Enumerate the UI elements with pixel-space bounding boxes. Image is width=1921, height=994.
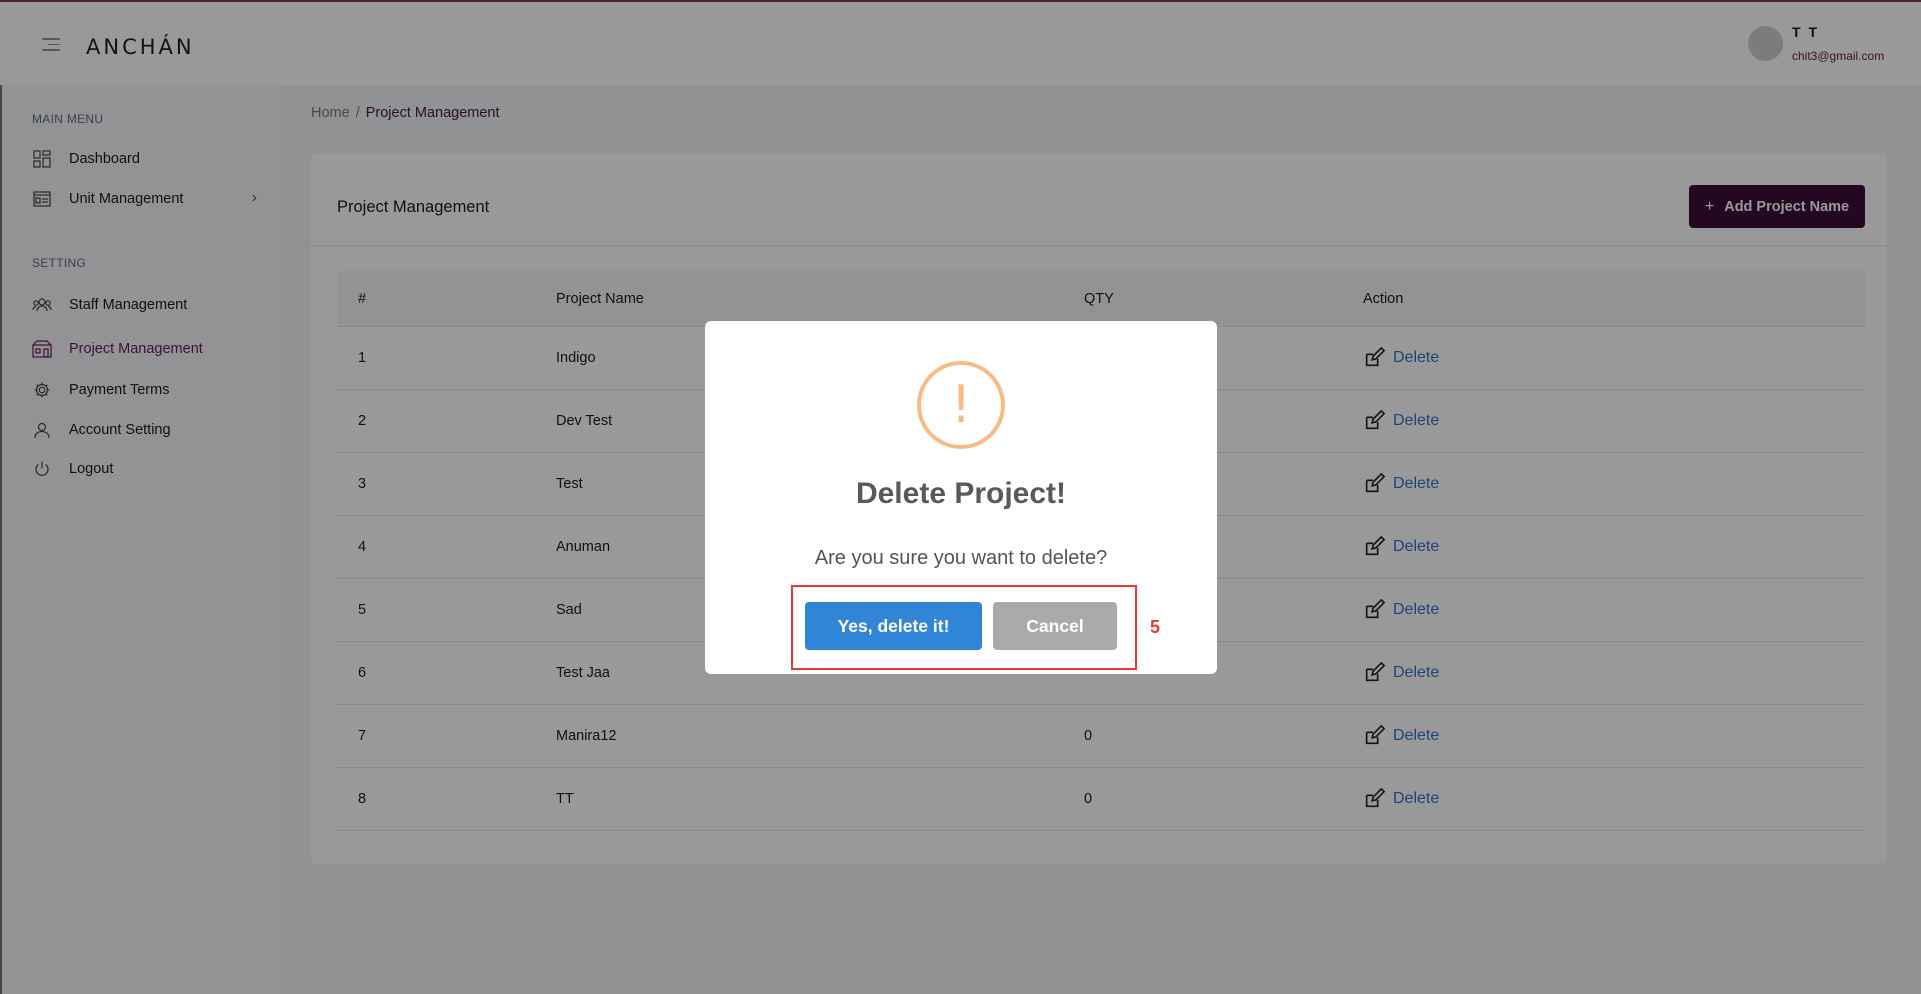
annotation-box [791,585,1137,670]
annotation-label: 5 [1150,617,1161,637]
dialog-message: Are you sure you want to delete? [814,547,1108,569]
warning-icon: ! [917,361,1005,449]
warning-mark: ! [950,375,972,435]
dialog-title: Delete Project! [855,477,1067,510]
